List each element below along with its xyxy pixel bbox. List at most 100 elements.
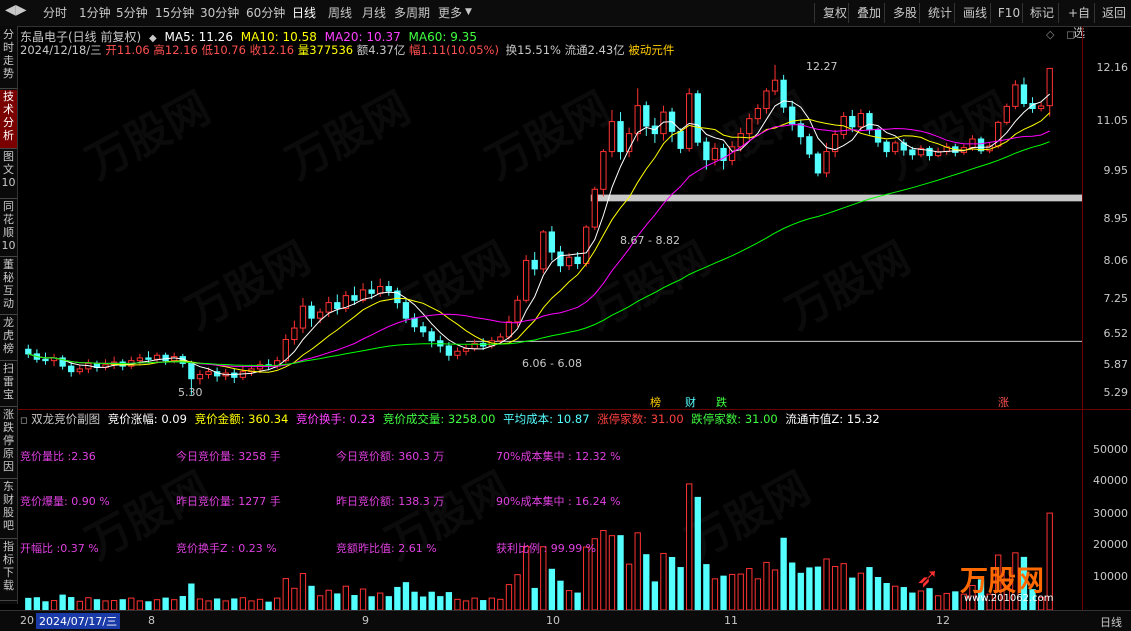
candle-body bbox=[583, 226, 590, 265]
average-cost: 平均成本: 10.87 bbox=[503, 412, 590, 426]
candlestick-chart[interactable] bbox=[18, 56, 1082, 406]
date-axis-bar: 20 2024/07/17/三 8 9 10 11 12 日线 bbox=[0, 610, 1131, 631]
candle-body bbox=[291, 327, 298, 340]
overlay-button[interactable]: 叠加 bbox=[848, 3, 889, 23]
main-settings-icon[interactable]: ◇ bbox=[1046, 28, 1054, 41]
volume-bar bbox=[780, 537, 787, 610]
volume-bar bbox=[874, 576, 882, 610]
sidebar-tab-technical[interactable]: 技术分析 bbox=[0, 90, 17, 149]
candle-body bbox=[814, 153, 822, 174]
mark-button[interactable]: 标记 bbox=[1022, 3, 1061, 23]
candle-body bbox=[411, 317, 418, 328]
event-marker-zhang[interactable]: 涨 bbox=[998, 394, 1009, 410]
volume-bar bbox=[171, 599, 178, 610]
candle-body bbox=[591, 188, 598, 228]
more-dropdown-icon[interactable]: ▼ bbox=[465, 7, 472, 17]
ma5-line bbox=[28, 93, 1051, 376]
period-tab-5min[interactable]: 5分钟 bbox=[116, 0, 148, 26]
menu-arrow-icon[interactable]: ◀▶ bbox=[5, 2, 27, 18]
candle-body bbox=[308, 305, 315, 319]
candle-body bbox=[600, 151, 607, 190]
candle-body bbox=[368, 289, 375, 294]
back-button[interactable]: 返回 bbox=[1094, 3, 1131, 23]
period-tab-daily[interactable]: 日线 bbox=[292, 0, 316, 26]
price-tick: 5.87 bbox=[1103, 358, 1129, 371]
candle-body bbox=[205, 371, 212, 375]
volume-bar bbox=[33, 597, 41, 610]
event-marker-die[interactable]: 跌 bbox=[716, 394, 727, 410]
candle-body bbox=[1020, 84, 1028, 105]
sub-chart-name[interactable]: 双龙竞价副图 bbox=[31, 412, 100, 426]
candle-body bbox=[462, 348, 470, 352]
candle-body bbox=[969, 138, 976, 149]
stat-item: 竞价换手Z : 0.23 % bbox=[176, 542, 277, 555]
float-label: 流通2.43亿 bbox=[564, 43, 625, 57]
period-tab-30min[interactable]: 30分钟 bbox=[200, 0, 239, 26]
volume-bar bbox=[737, 573, 744, 610]
candle-body bbox=[806, 136, 813, 155]
volume-tick: 40000 bbox=[1093, 474, 1128, 487]
period-tab-60min[interactable]: 60分钟 bbox=[246, 0, 285, 26]
date-tick: 8 bbox=[148, 614, 155, 627]
volume-bar bbox=[445, 592, 453, 610]
range-annotation-lower: 6.06 - 6.08 bbox=[522, 357, 582, 370]
candle-body bbox=[514, 299, 521, 323]
volume-bar bbox=[402, 582, 410, 610]
candle-body bbox=[188, 362, 195, 380]
volume-bar bbox=[222, 600, 229, 610]
sidebar-tab-saoleibao[interactable]: 扫雷宝 bbox=[0, 362, 17, 407]
volume-bar bbox=[239, 597, 247, 610]
candle-body bbox=[445, 345, 453, 356]
candle-body bbox=[874, 129, 882, 143]
candle-body bbox=[540, 231, 547, 270]
period-tab-more[interactable]: 更多 bbox=[438, 0, 462, 26]
volume-bar bbox=[668, 556, 676, 610]
volume-bar bbox=[437, 596, 444, 610]
period-tab-weekly[interactable]: 周线 bbox=[328, 0, 352, 26]
sidebar-tab-tuwen[interactable]: 图文10 bbox=[0, 150, 17, 199]
volume-bar bbox=[454, 598, 461, 610]
candle-body bbox=[634, 105, 641, 135]
stat-item: 昨日竞价额: 138.3 万 bbox=[336, 495, 445, 508]
sidebar-tab-zhangdie[interactable]: 涨跌停原因 bbox=[0, 408, 17, 479]
draw-line-button[interactable]: 画线 bbox=[954, 3, 995, 23]
period-tab-fenshi[interactable]: 分时 bbox=[43, 0, 67, 26]
ma60-line bbox=[28, 141, 1050, 366]
candle-body bbox=[334, 302, 341, 310]
add-watchlist-button[interactable]: +自选 bbox=[1058, 3, 1099, 40]
sidebar-tab-fenshi[interactable]: 分时走势 bbox=[0, 28, 17, 89]
period-label[interactable]: 日线 bbox=[1100, 614, 1122, 630]
event-marker-cai[interactable]: 财 bbox=[685, 394, 696, 410]
main-close-icon[interactable]: ◻ bbox=[1066, 28, 1075, 41]
candle-body bbox=[402, 302, 410, 319]
period-tab-15min[interactable]: 15分钟 bbox=[155, 0, 194, 26]
pane-divider[interactable] bbox=[18, 409, 1131, 410]
volume-bar bbox=[763, 561, 770, 610]
date-tick: 10 bbox=[546, 614, 560, 627]
period-tab-multi[interactable]: 多周期 bbox=[394, 0, 430, 26]
candle-body bbox=[746, 118, 753, 135]
period-tab-monthly[interactable]: 月线 bbox=[362, 0, 386, 26]
candle-body bbox=[522, 259, 530, 301]
sidebar-tab-guba[interactable]: 东财股吧 bbox=[0, 480, 17, 539]
volume-bar bbox=[497, 598, 504, 610]
event-marker-bang[interactable]: 榜 bbox=[650, 394, 661, 410]
volume-bar bbox=[703, 564, 710, 610]
sidebar-tab-tonghuashun[interactable]: 同花顺10 bbox=[0, 200, 17, 257]
sidebar-tab-longhubang[interactable]: 龙虎榜 bbox=[0, 316, 17, 361]
sub-chart-toggle-icon[interactable]: ◻ bbox=[20, 416, 27, 426]
change-label: 幅1.11(10.05%) bbox=[409, 43, 499, 57]
auction-change: 竞价涨幅: 0.09 bbox=[107, 412, 187, 426]
sidebar-tab-dongmi[interactable]: 董秘互动 bbox=[0, 258, 17, 315]
volume-bar bbox=[351, 595, 358, 610]
low-label: 低10.76 bbox=[201, 43, 246, 57]
candle-body bbox=[153, 354, 161, 360]
volume-tick: 10000 bbox=[1093, 570, 1128, 583]
concept-label[interactable]: 被动元件 bbox=[628, 43, 674, 57]
candle-body bbox=[428, 331, 435, 342]
candle-body bbox=[823, 151, 830, 174]
price-axis: 12.16 11.05 9.95 8.95 8.06 7.25 6.52 5.8… bbox=[1082, 26, 1131, 410]
period-tab-1min[interactable]: 1分钟 bbox=[79, 0, 111, 26]
sidebar-tab-download[interactable]: 指标下载 bbox=[0, 540, 17, 601]
volume-bar bbox=[308, 585, 315, 610]
